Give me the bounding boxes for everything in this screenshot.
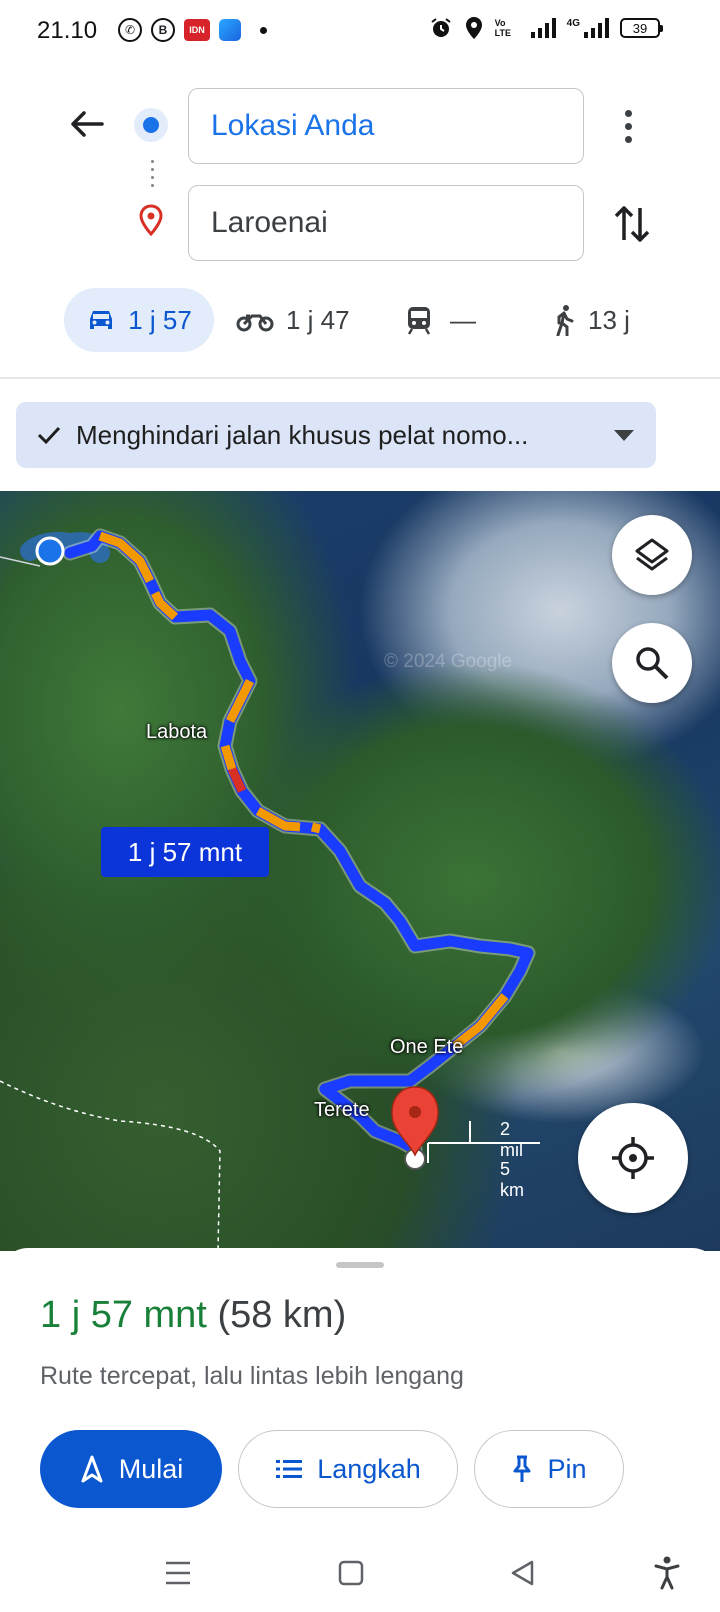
layers-button[interactable] [612,515,692,595]
mode-car-label: 1 j 57 [128,304,192,335]
mode-tab-car[interactable]: 1 j 57 [64,288,214,352]
start-button[interactable]: Mulai [40,1430,222,1508]
alarm-icon [431,18,451,37]
train-icon [407,307,431,335]
map-label-labota: Labota [146,721,208,743]
mode-walk-label: 13 j [588,304,630,335]
map-search-button[interactable] [612,623,692,703]
signal-icon [530,18,556,38]
navigation-arrow-icon [81,1455,103,1483]
car-icon [90,311,113,329]
pin-button-label: Pin [547,1453,587,1484]
more-options-icon[interactable] [622,110,634,146]
mode-motorcycle-label: 1 j 47 [286,304,350,335]
route-options-chip[interactable]: Menghindari jalan khusus pelat nomo... [16,402,656,468]
system-navigation-bar [0,1540,720,1612]
layers-icon [635,538,669,571]
route-duration: 1 j 57 mnt [40,1294,207,1336]
whatsapp-icon: ✆ [118,18,142,42]
steps-button[interactable]: Langkah [238,1430,458,1508]
back-arrow-icon[interactable] [66,104,106,144]
steps-button-label: Langkah [317,1453,421,1484]
accessibility-icon[interactable] [654,1556,680,1590]
check-icon [37,426,61,445]
origin-dot-icon [134,108,168,142]
mode-tab-walk[interactable]: 13 j [552,288,630,352]
origin-input[interactable]: Lokasi Anda [188,88,584,164]
map-watermark: © 2024 Google [384,651,513,672]
back-nav-icon[interactable] [510,1560,536,1586]
system-icons: Vo LTE 4G 39 [429,16,663,40]
route-description: Rute tercepat, lalu lintas lebih lengang [40,1362,464,1390]
route-distance: (58 km) [217,1294,347,1336]
map-view[interactable]: © 2024 Google Labota One Ete Terete 1 j … [0,491,720,1251]
recent-apps-icon[interactable] [164,1560,192,1586]
route-time-bubble[interactable]: 1 j 57 mnt [101,827,269,877]
destination-input[interactable]: Laroenai [188,185,584,261]
signal-icon-2 [584,18,609,38]
map-label-one-ete: One Ete [390,1036,464,1058]
app-notification-icon [219,19,241,41]
network-type: 4G [566,17,580,29]
mode-tab-transit[interactable]: — [406,288,476,352]
travel-mode-tabs: 1 j 57 1 j 47 — 13 j [0,288,720,358]
list-icon [276,1460,303,1478]
mode-tab-motorcycle[interactable]: 1 j 47 [236,288,350,352]
route-options-label: Menghindari jalan khusus pelat nomo... [76,419,529,450]
idn-app-icon: IDN [184,19,210,41]
sheet-drag-handle[interactable] [336,1262,384,1268]
route-summary: 1 j 57 mnt (58 km) [40,1294,346,1337]
pushpin-icon [513,1455,531,1482]
start-button-label: Mulai [118,1453,184,1484]
more-notifications-icon [260,26,267,34]
b-app-icon: B [151,18,175,42]
crosshair-icon [612,1137,654,1179]
home-icon[interactable] [338,1560,364,1586]
walk-icon [556,305,574,336]
status-bar: 21.10 ✆ B IDN Vo LTE 4G 39 [0,0,720,64]
swap-icon[interactable] [612,202,652,246]
volte-indicator: Vo LTE [494,18,511,38]
scale-miles: 2 mil [500,1119,523,1160]
motorcycle-icon [236,314,274,332]
destination-pin-icon [139,204,163,236]
header-divider [0,377,720,379]
map-label-terete: Terete [314,1099,370,1121]
scale-km: 5 km [500,1159,524,1200]
location-icon [465,17,482,39]
route-connector-dots [151,160,155,194]
battery-indicator: 39 [620,18,663,38]
status-time: 21.10 [37,17,98,44]
dropdown-caret-icon [614,430,634,441]
mode-transit-label: — [450,304,476,335]
pin-button[interactable]: Pin [474,1430,624,1508]
my-location-button[interactable] [578,1103,688,1213]
search-icon [636,647,669,680]
notification-icons: ✆ B IDN [118,18,267,42]
